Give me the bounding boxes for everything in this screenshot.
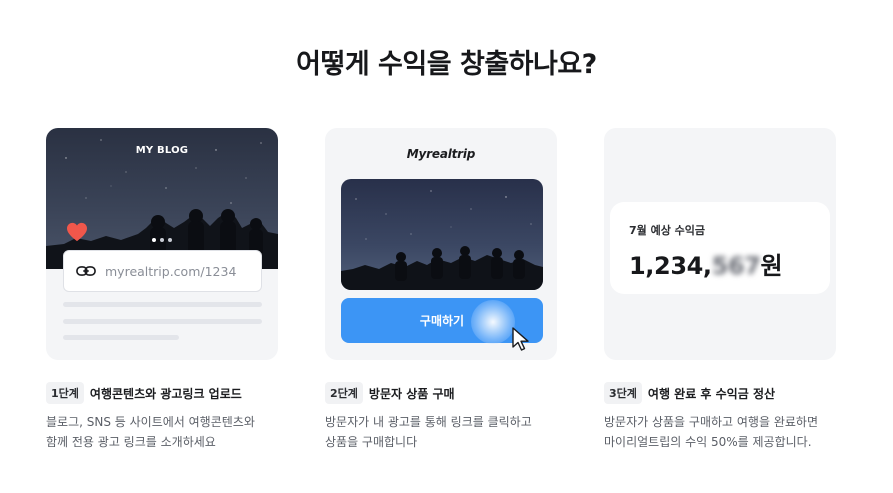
brand-logo: Myrealtrip <box>406 147 476 161</box>
ad-link-box[interactable]: myrealtrip.com/1234 <box>63 250 262 292</box>
step-badge: 3단계 <box>604 382 642 404</box>
earnings-card: 7월 예상 수익금 1,234, 567 원 <box>604 128 836 360</box>
carousel-dot[interactable] <box>160 238 164 242</box>
step-desc-line: 함께 전용 광고 링크를 소개하세요 <box>46 435 216 449</box>
ad-link-text: myrealtrip.com/1234 <box>105 263 237 279</box>
carousel-dot[interactable] <box>152 238 156 242</box>
placeholder-line <box>63 335 179 340</box>
earnings-box: 7월 예상 수익금 1,234, 567 원 <box>610 202 830 294</box>
step-1-header: 1단계 여행콘텐츠와 광고링크 업로드 <box>46 382 242 404</box>
step-2-header: 2단계 방문자 상품 구매 <box>325 382 455 404</box>
purchase-card: Myrealtrip 구매하기 <box>325 128 557 360</box>
step-3-header: 3단계 여행 완료 후 수익금 정산 <box>604 382 775 404</box>
step-2-description: 방문자가 내 광고를 통해 링크를 클릭하고 상품을 구매합니다 <box>325 412 565 452</box>
night-sky-image <box>341 190 543 290</box>
placeholder-line <box>63 302 262 307</box>
placeholder-line <box>63 319 262 324</box>
earnings-label: 7월 예상 수익금 <box>629 224 706 237</box>
step-desc-line: 방문자가 내 광고를 통해 링크를 클릭하고 <box>325 415 532 429</box>
page-title: 어떻게 수익을 창출하나요? <box>296 49 597 80</box>
carousel-dots[interactable] <box>152 238 172 242</box>
heart-icon[interactable] <box>66 222 88 242</box>
click-ripple <box>471 300 515 344</box>
carousel-dot[interactable] <box>168 238 172 242</box>
earnings-value-prefix: 1,234, <box>629 252 712 280</box>
step-title: 방문자 상품 구매 <box>368 386 455 401</box>
step-3-description: 방문자가 상품을 구매하고 여행을 완료하면 마이리얼트립의 수익 50%를 제… <box>604 412 854 452</box>
blog-card: MY BLOG myrealtrip.com/1234 <box>46 128 278 360</box>
earnings-value-suffix: 원 <box>760 252 783 280</box>
step-title: 여행 완료 후 수익금 정산 <box>647 386 776 401</box>
step-title: 여행콘텐츠와 광고링크 업로드 <box>89 386 242 401</box>
product-photo <box>341 179 543 290</box>
step-badge: 1단계 <box>46 382 84 404</box>
earnings-value: 1,234, 567 원 <box>629 246 830 281</box>
link-icon <box>76 266 96 276</box>
step-desc-line: 마이리얼트립의 수익 50%를 제공합니다. <box>604 435 812 449</box>
step-desc-line: 상품을 구매합니다 <box>325 435 418 449</box>
step-1-description: 블로그, SNS 등 사이트에서 여행콘텐츠와 함께 전용 광고 링크를 소개하… <box>46 412 286 452</box>
step-desc-line: 방문자가 상품을 구매하고 여행을 완료하면 <box>604 415 818 429</box>
cursor-icon <box>512 327 529 351</box>
step-badge: 2단계 <box>325 382 363 404</box>
step-desc-line: 블로그, SNS 등 사이트에서 여행콘텐츠와 <box>46 415 255 429</box>
blog-label: MY BLOG <box>135 145 189 156</box>
earnings-value-blurred: 567 <box>711 252 761 280</box>
